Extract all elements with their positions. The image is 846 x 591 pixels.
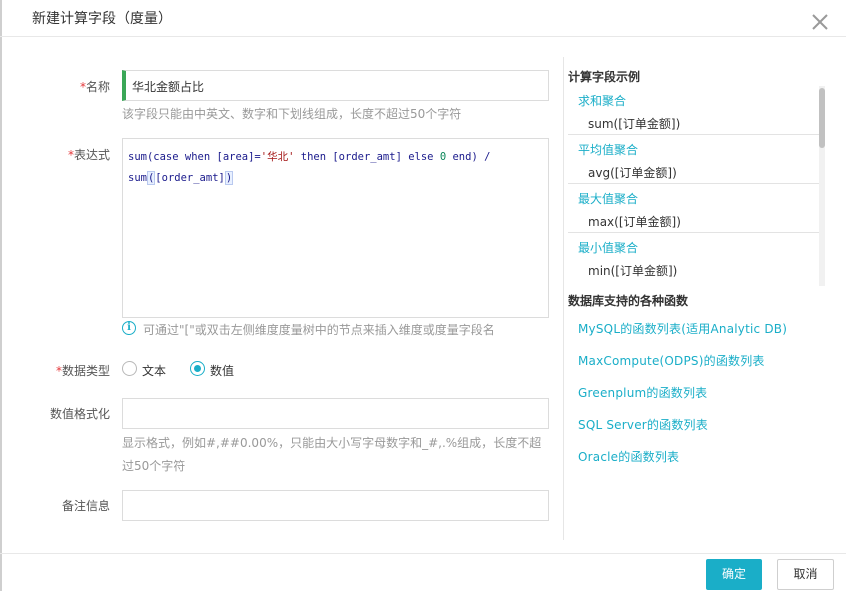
remark-label: 备注信息 (61, 499, 110, 513)
dialog-title: 新建计算字段（度量） (32, 11, 172, 27)
cancel-button[interactable]: 取消 (777, 559, 834, 590)
example-code: sum([订单金额]) (588, 117, 681, 131)
radio-text[interactable] (122, 361, 137, 376)
example-code: min([订单金额]) (588, 264, 678, 278)
function-link-oracle[interactable]: Oracle的函数列表 (578, 448, 679, 465)
examples-scrollbar-thumb[interactable] (819, 88, 825, 148)
data-type-label: *数据类型 (55, 364, 110, 378)
number-format-hint-line-2: 过50个字符 (122, 459, 186, 473)
examples-title: 计算字段示例 (568, 70, 641, 84)
name-input[interactable]: 华北金额占比 (122, 70, 549, 101)
example-name[interactable]: 最小值聚合 (578, 239, 638, 256)
number-format-input[interactable] (122, 398, 549, 429)
expression-code-line-2: sum([order_amt]) (128, 171, 234, 185)
function-link-sqlserver[interactable]: SQL Server的函数列表 (578, 416, 708, 433)
example-name[interactable]: 最大值聚合 (578, 190, 638, 207)
name-input-value: 华北金额占比 (132, 80, 205, 94)
example-name[interactable]: 求和聚合 (578, 92, 626, 109)
expression-label: *表达式 (67, 148, 110, 162)
function-link-mysql[interactable]: MySQL的函数列表(适用Analytic DB) (578, 320, 787, 337)
number-format-hint-line-1: 显示格式，例如#,##0.00%，只能由大小写字母数字和_#,.%组成，长度不超 (122, 436, 542, 450)
radio-text-label[interactable]: 文本 (142, 362, 166, 379)
example-item[interactable]: 平均值聚合 avg([订单金额]) (568, 135, 820, 184)
ok-button[interactable]: 确定 (706, 559, 762, 590)
examples-list[interactable]: 求和聚合 sum([订单金额]) 平均值聚合 avg([订单金额]) 最大值聚合… (568, 86, 820, 286)
number-format-label: 数值格式化 (49, 407, 110, 421)
footer-divider (0, 553, 846, 554)
functions-title: 数据库支持的各种函数 (568, 294, 689, 308)
info-icon: i (122, 321, 136, 335)
close-icon[interactable] (806, 8, 834, 36)
function-link-maxcompute[interactable]: MaxCompute(ODPS)的函数列表 (578, 352, 765, 369)
example-item[interactable]: 最大值聚合 max([订单金额]) (568, 184, 820, 233)
example-item[interactable]: 最小值聚合 min([订单金额]) (568, 233, 820, 282)
radio-number[interactable] (190, 361, 205, 376)
expression-code-line-1: sum(case when [area]='华北' then [order_am… (128, 151, 491, 163)
name-hint: 该字段只能由中英文、数字和下划线组成，长度不超过50个字符 (122, 107, 462, 121)
radio-number-label[interactable]: 数值 (210, 362, 234, 379)
example-code: max([订单金额]) (588, 215, 681, 229)
example-name[interactable]: 平均值聚合 (578, 141, 638, 158)
window-edge (0, 0, 2, 591)
name-label: *名称 (79, 80, 110, 94)
dialog-header: 新建计算字段（度量） (0, 0, 846, 37)
example-item[interactable]: 求和聚合 sum([订单金额]) (568, 86, 820, 135)
example-code: avg([订单金额]) (588, 166, 677, 180)
expression-hint: 可通过"["或双击左侧维度度量树中的节点来插入维度或度量字段名 (143, 323, 495, 337)
remark-input[interactable] (122, 490, 549, 521)
function-link-greenplum[interactable]: Greenplum的函数列表 (578, 384, 707, 401)
expression-editor[interactable]: sum(case when [area]='华北' then [order_am… (122, 138, 549, 318)
